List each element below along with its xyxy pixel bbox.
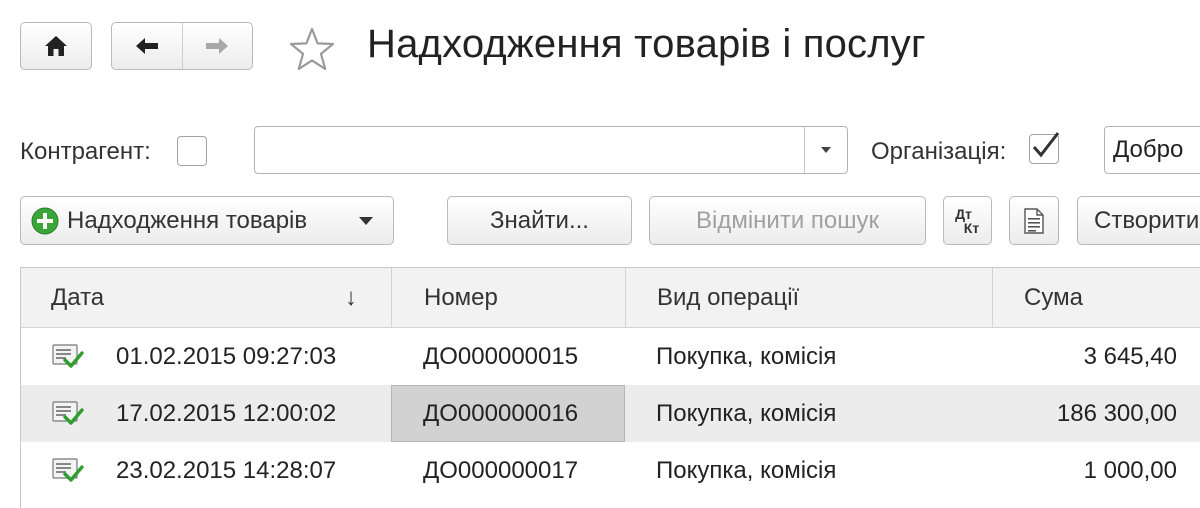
posted-document-icon	[52, 457, 84, 482]
add-icon	[31, 207, 59, 234]
checkmark-icon	[1032, 132, 1060, 158]
home-button[interactable]	[20, 22, 92, 70]
operation-value: Покупка, комісія	[656, 399, 837, 427]
dt-label: Дт	[955, 205, 972, 222]
table-row[interactable]: 17.02.2015 12:00:02 ДО000000016 Покупка,…	[21, 385, 1200, 442]
star-icon[interactable]	[288, 26, 336, 72]
chevron-down-icon	[359, 216, 373, 225]
counterparty-field[interactable]	[254, 126, 848, 174]
home-icon	[45, 36, 67, 56]
amount-cell: 186 300,00	[992, 385, 1200, 442]
date-cell: 01.02.2015 09:27:03	[21, 328, 391, 385]
date-cell: 23.02.2015 14:28:07	[21, 442, 391, 499]
sort-descending-icon: ↓	[345, 283, 357, 311]
number-cell: ДО000000017	[391, 442, 625, 499]
counterparty-label: Контрагент:	[20, 138, 151, 165]
posted-document-icon	[52, 343, 84, 368]
number-cell: ДО000000016	[391, 385, 625, 442]
create-button[interactable]: Створити	[1077, 196, 1200, 245]
operation-cell: Покупка, комісія	[625, 385, 992, 442]
date-value: 23.02.2015 14:28:07	[116, 456, 337, 484]
amount-value: 3 645,40	[1083, 342, 1177, 370]
column-header-date[interactable]: Дата ↓	[21, 268, 391, 327]
posted-document-icon	[52, 400, 84, 425]
column-amount-label: Сума	[1024, 283, 1083, 311]
organization-field[interactable]: Добро	[1104, 126, 1200, 174]
report-button[interactable]	[1009, 196, 1059, 245]
date-value: 01.02.2015 09:27:03	[116, 342, 337, 370]
date-cell: 17.02.2015 12:00:02	[21, 385, 391, 442]
chevron-down-icon	[821, 147, 831, 153]
table-row[interactable]: 01.02.2015 09:27:03 ДО000000015 Покупка,…	[21, 328, 1200, 385]
column-header-number[interactable]: Номер	[391, 268, 625, 327]
arrow-right-icon	[206, 38, 229, 54]
column-number-label: Номер	[424, 283, 498, 311]
column-operation-label: Вид операції	[657, 283, 800, 311]
amount-value: 1 000,00	[1083, 456, 1177, 484]
debit-credit-button[interactable]: Дт Кт	[943, 196, 992, 245]
documents-table: Дата ↓ Номер Вид операції Сума 01.02.201…	[20, 267, 1200, 508]
date-value: 17.02.2015 12:00:02	[116, 399, 337, 427]
page-title: Надходження товарів і послуг	[367, 22, 926, 66]
table-row[interactable]: 23.02.2015 14:28:07 ДО000000017 Покупка,…	[21, 442, 1200, 499]
create-document-menu-button[interactable]: Надходження товарів	[20, 196, 394, 245]
kt-label: Кт	[963, 219, 980, 236]
amount-value: 186 300,00	[1056, 399, 1177, 427]
operation-value: Покупка, комісія	[656, 456, 837, 484]
operation-cell: Покупка, комісія	[625, 442, 992, 499]
arrow-left-icon	[135, 38, 158, 54]
document-icon	[1024, 207, 1044, 234]
cancel-search-button[interactable]: Відмінити пошук	[649, 196, 926, 245]
number-value: ДО000000015	[423, 342, 579, 370]
column-date-label: Дата	[51, 283, 105, 311]
amount-cell: 3 645,40	[992, 328, 1200, 385]
counterparty-dropdown-button[interactable]	[804, 127, 847, 173]
operation-value: Покупка, комісія	[656, 342, 837, 370]
amount-cell: 1 000,00	[992, 442, 1200, 499]
column-header-operation[interactable]: Вид операції	[625, 268, 992, 327]
organization-checkbox[interactable]	[1029, 132, 1060, 164]
column-header-amount[interactable]: Сума	[992, 268, 1200, 327]
forward-button[interactable]	[183, 23, 253, 69]
find-button[interactable]: Знайти...	[447, 196, 632, 245]
table-header: Дата ↓ Номер Вид операції Сума	[21, 268, 1200, 328]
operation-cell: Покупка, комісія	[625, 328, 992, 385]
create-document-label: Надходження товарів	[67, 206, 308, 234]
organization-value: Добро	[1113, 136, 1184, 163]
number-value: ДО000000016	[423, 399, 579, 427]
counterparty-checkbox[interactable]	[177, 136, 207, 166]
number-value: ДО000000017	[423, 456, 579, 484]
history-navigation	[111, 22, 253, 70]
number-cell: ДО000000015	[391, 328, 625, 385]
back-button[interactable]	[112, 23, 183, 69]
organization-label: Організація:	[871, 138, 1007, 165]
